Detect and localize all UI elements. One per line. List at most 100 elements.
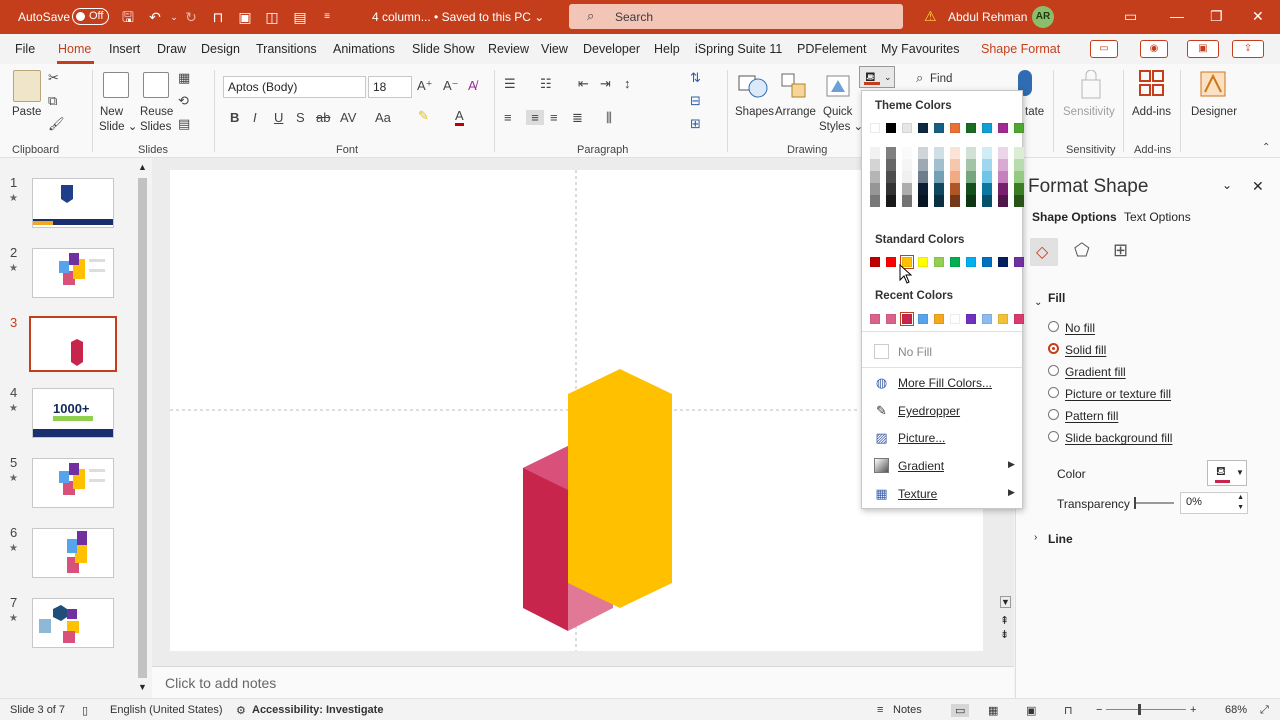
line-spacing-icon[interactable]: ↕ (624, 76, 631, 91)
recent-color-swatch[interactable] (870, 314, 880, 324)
theme-shade-swatch[interactable] (902, 195, 912, 207)
fit-slide-icon[interactable]: ⤢ (1260, 704, 1269, 717)
theme-shade-swatch[interactable] (918, 171, 928, 183)
color-picker-button[interactable]: ⛾ ▼ (1207, 460, 1247, 486)
theme-shade-swatch[interactable] (934, 159, 944, 171)
recent-color-swatch[interactable] (934, 314, 944, 324)
new-slide-icon[interactable] (103, 72, 129, 98)
theme-color-swatch[interactable] (1014, 123, 1024, 133)
find-icon[interactable]: ⌕ (916, 70, 923, 86)
transparency-slider[interactable] (1134, 497, 1174, 509)
sensitivity-icon[interactable] (1079, 69, 1103, 100)
theme-shade-swatch[interactable] (998, 183, 1008, 195)
designer-label[interactable]: Designer (1191, 105, 1237, 119)
theme-shade-swatch[interactable] (886, 147, 896, 159)
undo-dropdown-icon[interactable]: ⌄ (165, 8, 183, 26)
tab-ispring[interactable]: iSpring Suite 11 (695, 42, 782, 56)
strikethrough-icon[interactable]: ab (316, 110, 330, 125)
find-label[interactable]: Find (930, 72, 952, 86)
tab-developer[interactable]: Developer (583, 42, 640, 56)
theme-shade-swatch[interactable] (886, 195, 896, 207)
theme-color-swatch[interactable] (934, 123, 944, 133)
tab-favourites[interactable]: My Favourites (881, 42, 960, 56)
undo-icon[interactable]: ↶ (146, 8, 164, 26)
increase-indent-icon[interactable]: ⇥ (600, 76, 611, 92)
theme-shade-swatch[interactable] (998, 159, 1008, 171)
slide-thumbnail-1[interactable] (32, 178, 114, 228)
align-left-icon[interactable]: ≡ (504, 110, 512, 125)
pane-close-icon[interactable]: ✕ (1252, 178, 1264, 195)
quick-styles-icon[interactable] (825, 72, 851, 100)
reuse-slides-icon[interactable] (143, 72, 169, 98)
collapse-ribbon-icon[interactable]: ⌃ (1262, 142, 1270, 153)
radio-slide-background-fill[interactable] (1048, 431, 1059, 442)
theme-shade-swatch[interactable] (934, 195, 944, 207)
present-icon[interactable]: ⊓ (209, 8, 227, 26)
customize-toolbar-icon[interactable]: ≡ (318, 8, 336, 26)
theme-shade-swatch[interactable] (886, 183, 896, 195)
slider-thumb[interactable] (1134, 497, 1136, 509)
clear-formatting-icon[interactable]: A̸ (468, 78, 477, 93)
option-solid-fill[interactable]: Solid fill (1065, 343, 1106, 357)
option-slide-background-fill[interactable]: Slide background fill (1065, 431, 1172, 445)
standard-color-swatch[interactable] (998, 257, 1008, 267)
theme-shade-swatch[interactable] (870, 159, 880, 171)
notes-toggle[interactable]: Notes (893, 704, 922, 716)
notes-pane[interactable]: Click to add notes (152, 666, 1014, 698)
theme-shade-swatch[interactable] (870, 147, 880, 159)
theme-color-swatch[interactable] (886, 123, 896, 133)
avatar[interactable]: AR (1032, 6, 1054, 28)
present-teams-button[interactable]: ▣ (1187, 40, 1219, 58)
fill-line-tab[interactable]: ◇ (1030, 238, 1058, 266)
theme-shade-swatch[interactable] (902, 171, 912, 183)
slide-thumbnail-2[interactable] (32, 248, 114, 298)
menu-eyedropper[interactable]: ✎ Eyedropper (862, 398, 1022, 424)
slide-thumbnail-3[interactable] (29, 316, 117, 372)
menu-no-fill[interactable]: No Fill (862, 339, 1022, 365)
theme-shade-swatch[interactable] (934, 171, 944, 183)
format-painter-icon[interactable]: 🖌 (48, 116, 65, 132)
pdf-icon[interactable]: ▤ (291, 8, 309, 26)
theme-shade-swatch[interactable] (902, 183, 912, 195)
theme-shade-swatch[interactable] (982, 147, 992, 159)
tab-slideshow[interactable]: Slide Show (412, 42, 475, 56)
theme-color-swatch[interactable] (902, 123, 912, 133)
tab-home[interactable]: Home (58, 42, 91, 56)
new-slide-label-2[interactable]: Slide ⌄ (99, 120, 137, 134)
ribbon-display-icon[interactable]: ▭ (1124, 8, 1137, 25)
tab-help[interactable]: Help (654, 42, 680, 56)
menu-gradient[interactable]: Gradient ▶ (862, 453, 1022, 479)
spellcheck-icon[interactable]: ▯ (82, 704, 88, 717)
radio-no-fill[interactable] (1048, 321, 1059, 332)
photos-icon[interactable]: ◫ (263, 8, 281, 26)
shape-fill-button[interactable]: ⛾ ⌄ (859, 66, 895, 88)
standard-color-swatch[interactable] (918, 257, 928, 267)
size-properties-icon[interactable]: ⊞ (1113, 240, 1128, 261)
theme-shade-swatch[interactable] (982, 159, 992, 171)
theme-shade-swatch[interactable] (950, 147, 960, 159)
theme-shade-swatch[interactable] (918, 183, 928, 195)
standard-color-swatch[interactable] (1014, 257, 1024, 267)
zoom-out-icon[interactable]: − (1096, 704, 1102, 716)
standard-color-swatch[interactable] (934, 257, 944, 267)
option-picture-fill[interactable]: Picture or texture fill (1065, 387, 1171, 401)
theme-shade-swatch[interactable] (1014, 147, 1024, 159)
theme-shade-swatch[interactable] (966, 147, 976, 159)
tab-pdfelement[interactable]: PDFelement (797, 42, 866, 56)
theme-shade-swatch[interactable] (870, 183, 880, 195)
standard-color-swatch[interactable] (950, 257, 960, 267)
theme-shade-swatch[interactable] (998, 147, 1008, 159)
sensitivity-label[interactable]: Sensitivity (1063, 105, 1115, 119)
quick-styles-label-2[interactable]: Styles ⌄ (819, 120, 863, 134)
standard-color-swatch[interactable] (966, 257, 976, 267)
columns-icon[interactable]: ⫼ (606, 110, 612, 126)
menu-more-fill-colors[interactable]: ◍ More Fill Colors... (862, 370, 1022, 396)
tab-shape-format[interactable]: Shape Format (981, 42, 1060, 56)
tab-draw[interactable]: Draw (157, 42, 186, 56)
theme-shade-swatch[interactable] (918, 195, 928, 207)
dictate-label[interactable]: tate (1025, 105, 1044, 119)
next-slide-icon[interactable]: ⇟ (1000, 628, 1009, 641)
radio-solid-fill[interactable] (1048, 343, 1059, 354)
theme-shade-swatch[interactable] (886, 171, 896, 183)
bold-icon[interactable]: B (230, 110, 239, 125)
